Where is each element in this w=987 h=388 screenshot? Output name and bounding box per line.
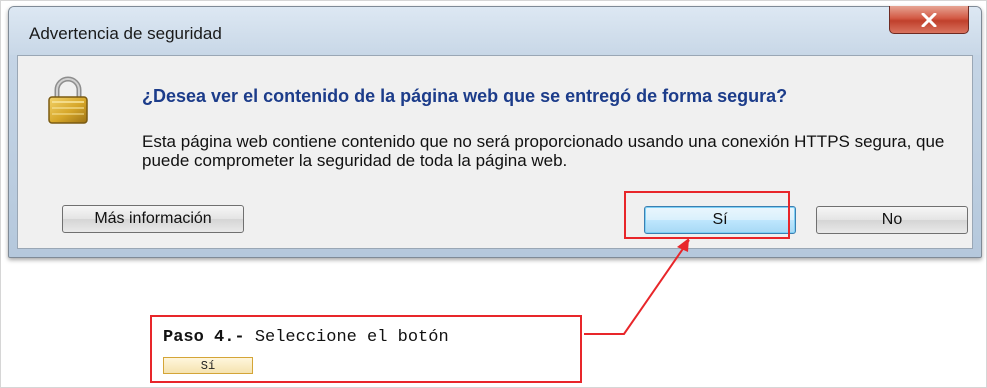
security-warning-dialog: Advertencia de seguridad ¿Desea ver el c…: [8, 6, 982, 258]
close-button[interactable]: [889, 6, 969, 34]
callout-yes-button: Sí: [163, 357, 253, 374]
title-bar: Advertencia de seguridad: [9, 6, 981, 55]
dialog-heading: ¿Desea ver el contenido de la página web…: [142, 86, 788, 106]
window-title: Advertencia de seguridad: [29, 24, 222, 43]
callout-text: Paso 4.- Seleccione el botón: [163, 328, 449, 347]
instruction-callout: Paso 4.- Seleccione el botón Sí: [150, 315, 582, 383]
no-button[interactable]: No: [816, 206, 968, 234]
dialog-content: ¿Desea ver el contenido de la página web…: [17, 55, 973, 249]
more-info-button[interactable]: Más información: [62, 205, 244, 233]
lock-icon: [48, 76, 88, 124]
dialog-message: Esta página web contiene contenido que n…: [142, 132, 945, 170]
callout-step: Paso 4.-: [163, 328, 245, 347]
callout-instruction: Seleccione el botón: [244, 328, 449, 347]
close-icon: [921, 12, 937, 27]
yes-button-highlight: [624, 191, 790, 239]
